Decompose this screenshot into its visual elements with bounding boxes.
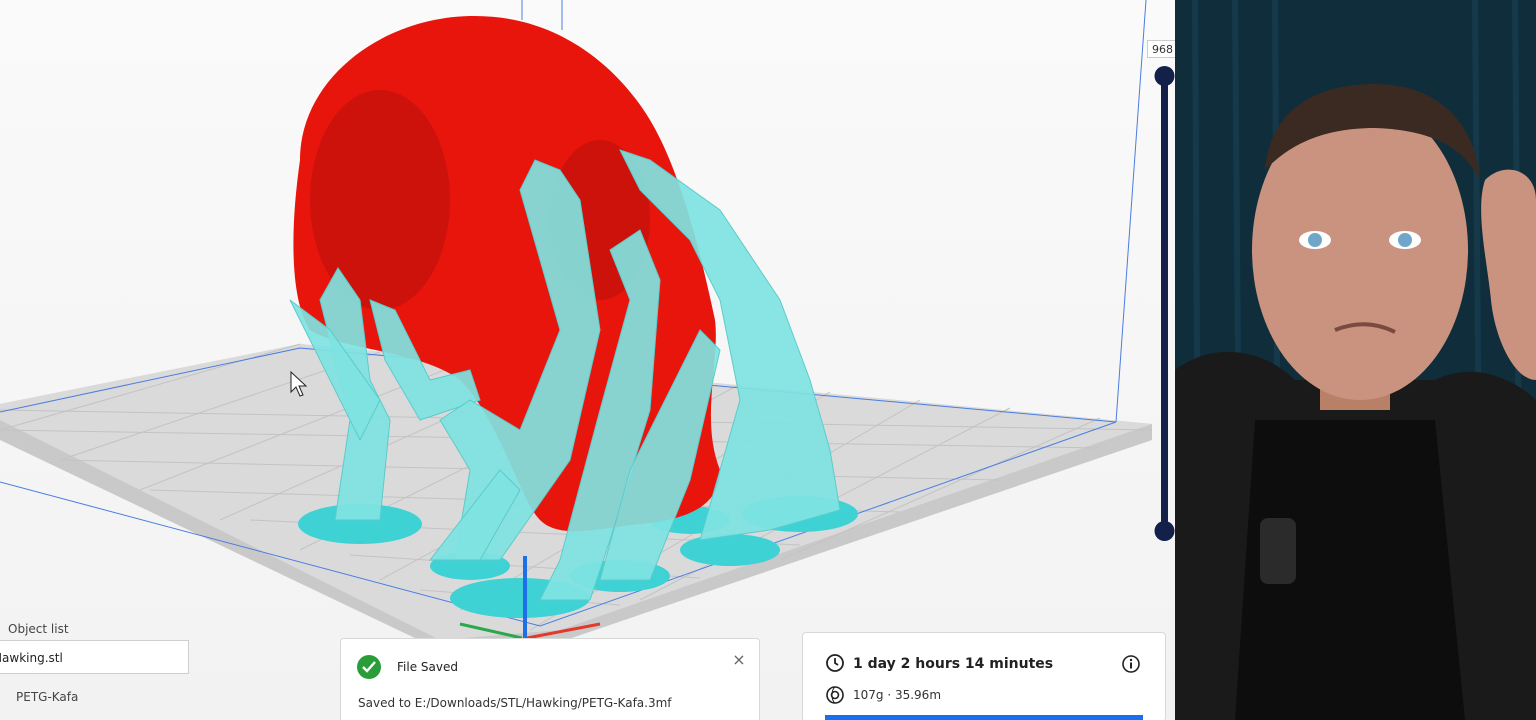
object-file-row[interactable]: Hawking.stl [0,640,189,674]
toast-message: Saved to E:/Downloads/STL/Hawking/PETG-K… [358,696,672,710]
layer-handle-bottom-icon[interactable] [1154,521,1175,541]
close-icon[interactable]: × [729,650,749,670]
object-list-panel: Object list Hawking.stl PETG-Kafa [0,620,200,720]
object-material: PETG-Kafa [16,690,79,704]
webcam-overlay [1175,0,1536,720]
object-file-name: Hawking.stl [0,651,63,665]
presenter-video [1175,0,1536,720]
file-saved-toast: File Saved × Saved to E:/Downloads/STL/H… [340,638,760,720]
print-estimate-panel[interactable]: 1 day 2 hours 14 minutes 107g · 35.96m [802,632,1166,720]
layer-handle-icon[interactable] [1154,66,1175,86]
layer-slider[interactable] [1145,36,1175,556]
info-icon[interactable] [1121,654,1141,674]
check-icon [357,655,381,679]
lavalier-mic [1260,518,1296,584]
toast-title: File Saved [397,660,458,674]
3d-viewport[interactable]: 968 Object list Hawking.stl PETG-Kafa Fi… [0,0,1175,720]
material-usage: 107g · 35.96m [853,688,942,702]
slice-button-bar[interactable] [825,715,1143,720]
build-scene[interactable] [0,0,1175,720]
spool-icon [826,686,844,704]
object-list-title: Object list [8,622,69,636]
layer-slider-track [1161,76,1168,532]
clock-icon [826,654,844,672]
print-time: 1 day 2 hours 14 minutes [853,656,1054,672]
